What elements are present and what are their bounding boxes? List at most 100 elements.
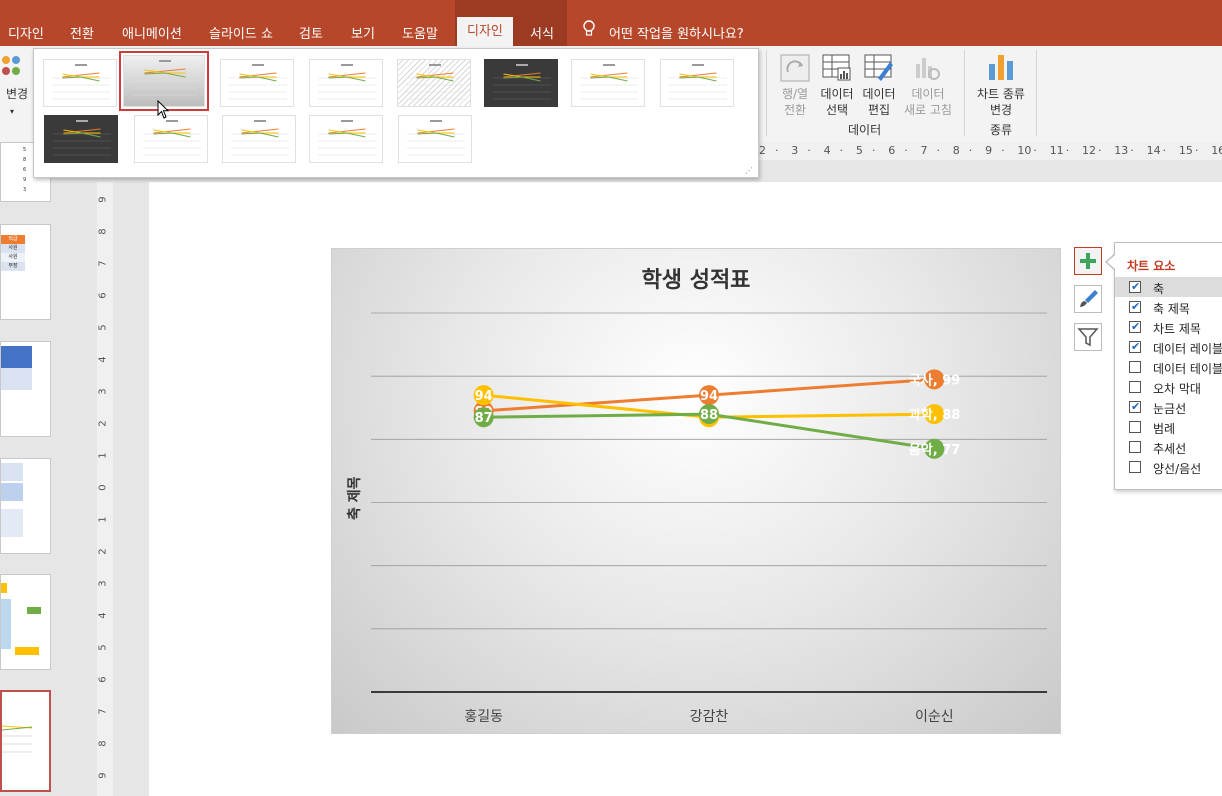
chart-element-label: 축 <box>1153 282 1165 296</box>
ruler-tick-label: 5 <box>855 144 863 157</box>
chart-style-12[interactable] <box>309 115 383 163</box>
checkbox[interactable]: ✔ <box>1129 340 1141 353</box>
ruler-tick-label: 7 <box>920 144 928 157</box>
checkbox[interactable]: ✔ <box>1129 280 1141 293</box>
tab-slideshow[interactable]: 슬라이드 쇼 <box>209 23 273 42</box>
slide-thumbnail[interactable]: 직급 사원 사원 부장 <box>0 224 51 320</box>
tab-design[interactable]: 디자인 <box>8 23 44 42</box>
thumb-table-cell: 사원 <box>1 253 25 262</box>
ruler-minor-tick: · <box>807 144 811 157</box>
checkbox[interactable]: ✔ <box>1129 320 1141 333</box>
chart-style-preview <box>318 120 376 156</box>
ruler-tick-label: 3 <box>97 388 109 395</box>
data-label[interactable]: 88 <box>700 408 718 423</box>
tab-transitions[interactable]: 전환 <box>70 23 94 42</box>
gallery-resize-grip-icon[interactable]: ⋰ <box>745 166 753 175</box>
chart-style-13[interactable] <box>398 115 472 163</box>
ruler-tick-label: 11 <box>1049 144 1064 157</box>
thumb-shape <box>1 483 23 501</box>
lightbulb-icon <box>582 20 596 41</box>
tab-view[interactable]: 보기 <box>351 23 375 42</box>
checkmark-icon: ✔ <box>1131 280 1141 293</box>
tell-me-search[interactable]: 어떤 작업을 원하시나요? <box>609 23 744 42</box>
group-label-type: 종류 <box>990 123 1013 137</box>
edit-data-label-2: 편집 <box>867 103 891 117</box>
select-data-button[interactable]: 데이터 선택 <box>816 86 858 118</box>
checkbox[interactable]: ✔ <box>1129 400 1141 413</box>
x-axis-tick-label: 이순신 <box>915 709 954 725</box>
slide-thumbnail-current[interactable] <box>0 690 51 792</box>
tab-format[interactable]: 서식 <box>530 23 554 42</box>
data-label[interactable]: 94 <box>700 389 718 404</box>
checkbox[interactable] <box>1129 361 1141 373</box>
change-chart-type-button[interactable]: 차트 종류 변경 <box>972 86 1030 118</box>
data-label[interactable]: 87 <box>475 411 493 426</box>
switch-label-1: 행/열 <box>781 87 809 101</box>
change-colors-button[interactable]: 변경 <box>6 86 28 102</box>
ruler-tick-label: 14 <box>1146 144 1161 157</box>
data-label[interactable]: 국사, 99 <box>909 372 960 388</box>
filter-icon <box>1077 328 1099 347</box>
thumb-shape <box>1 463 23 481</box>
chart-element-option[interactable]: ✔ 축 <box>1115 277 1222 297</box>
tab-help[interactable]: 도움말 <box>402 23 438 42</box>
tab-review[interactable]: 검토 <box>299 23 323 42</box>
ruler-tick-label: 8 <box>97 740 109 747</box>
checkbox[interactable] <box>1129 461 1141 473</box>
chart-element-option[interactable]: 데이터 테이블 <box>1115 357 1222 377</box>
chart-element-option[interactable]: 오차 막대 <box>1115 377 1222 397</box>
chart-element-option[interactable]: ✔ 눈금선 <box>1115 397 1222 417</box>
chart-elements-flyout: 차트 요소 ✔ 축 ✔ 축 제목 ✔ 차트 제목 ✔ 데이터 레이블 데이터 테이블 오차 막대 ✔… <box>1114 242 1222 490</box>
chart-element-option[interactable]: 추세선 <box>1115 437 1222 457</box>
ruler-minor-tick: · <box>1162 144 1167 157</box>
chart-style-6[interactable] <box>484 59 558 107</box>
slide-thumbnail[interactable] <box>0 574 51 670</box>
ruler-minor-tick: · <box>1130 144 1134 157</box>
chart-style-4[interactable] <box>309 59 383 107</box>
chart-filters-button[interactable] <box>1074 323 1102 351</box>
ruler-tick-label: 4 <box>97 612 109 619</box>
chart-style-9[interactable] <box>44 115 118 163</box>
switch-row-column-button[interactable]: 행/열 전환 <box>775 86 815 118</box>
data-label[interactable]: 과학, 88 <box>909 407 960 423</box>
chart-element-option[interactable]: ✔ 축 제목 <box>1115 297 1222 317</box>
ruler-tick-label: 7 <box>97 260 109 267</box>
tab-chart-design[interactable]: 디자인 <box>457 17 513 46</box>
chart-style-1[interactable] <box>43 59 117 107</box>
chart-element-option[interactable]: ✔ 데이터 레이블 <box>1115 337 1222 357</box>
slide-thumbnail[interactable] <box>0 458 51 554</box>
x-axis-tick-label: 홍길동 <box>464 709 503 725</box>
ruler-tick-label: 10 <box>1017 144 1032 157</box>
chart-style-7[interactable] <box>571 59 645 107</box>
checkbox[interactable]: ✔ <box>1129 300 1141 313</box>
thumb-number: 9 <box>23 177 27 183</box>
data-label[interactable]: 음악, 77 <box>909 442 960 458</box>
chart-style-10[interactable] <box>134 115 208 163</box>
chart-style-11[interactable] <box>222 115 296 163</box>
ruler-tick-label: 6 <box>97 292 109 299</box>
checkbox[interactable] <box>1129 381 1141 393</box>
chart-element-option[interactable]: 범례 <box>1115 417 1222 437</box>
mouse-cursor-icon <box>157 100 170 119</box>
chart-style-3[interactable] <box>220 59 294 107</box>
chart-style-5[interactable] <box>397 59 471 107</box>
refresh-data-icon <box>912 54 942 85</box>
ruler-tick-label: 0 <box>97 484 109 491</box>
chart-elements-title: 차트 요소 <box>1127 259 1176 273</box>
tab-animations[interactable]: 애니메이션 <box>122 23 182 42</box>
chart-elements-button[interactable] <box>1074 247 1102 275</box>
chart-element-option[interactable]: ✔ 차트 제목 <box>1115 317 1222 337</box>
edit-data-button[interactable]: 데이터 편집 <box>858 86 900 118</box>
ruler-tick-label: 4 <box>823 144 831 157</box>
refresh-data-button[interactable]: 데이터 새로 고침 <box>902 86 954 118</box>
checkbox[interactable] <box>1129 421 1141 433</box>
chart-styles-button[interactable] <box>1074 285 1102 313</box>
ruler-tick-label: 9 <box>97 772 109 779</box>
chart-style-8[interactable] <box>660 59 734 107</box>
ruler-minor-tick: · <box>839 144 844 157</box>
slide-thumbnail[interactable] <box>0 341 51 437</box>
brush-icon <box>1080 290 1098 307</box>
checkbox[interactable] <box>1129 441 1141 453</box>
data-label[interactable]: 94 <box>475 389 493 404</box>
chart-element-option[interactable]: 양선/음선 <box>1115 457 1222 477</box>
